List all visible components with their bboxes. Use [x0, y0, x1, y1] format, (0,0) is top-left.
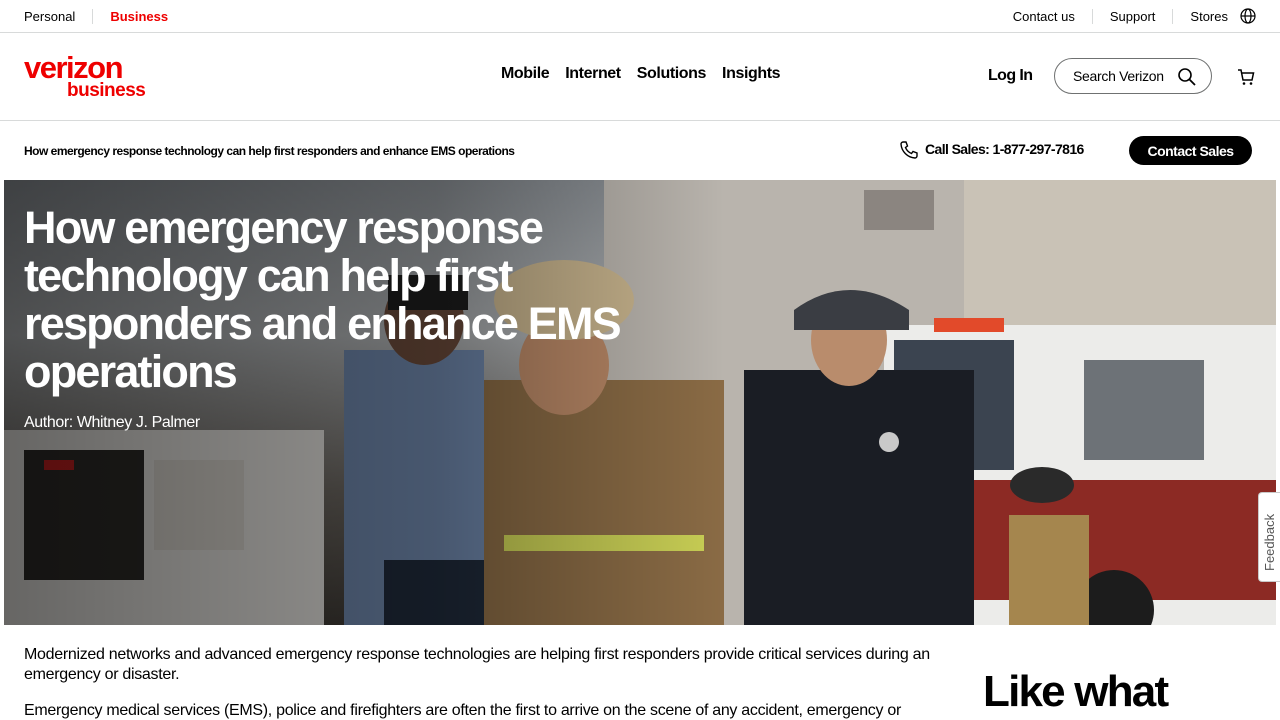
hero-banner: How emergency response technology can he…: [4, 180, 1276, 625]
utility-links: Contact us Support Stores: [996, 0, 1256, 32]
contact-sales-button[interactable]: Contact Sales: [1129, 136, 1252, 165]
segment-switcher: Personal Business: [0, 8, 168, 24]
call-sales-link[interactable]: Call Sales: 1-877-297-7816: [925, 141, 1084, 157]
logo-verizon-text: verizon: [24, 50, 124, 85]
logo-business-text: business: [67, 80, 146, 101]
business-link[interactable]: Business: [93, 9, 168, 24]
stores-link[interactable]: Stores: [1173, 9, 1240, 24]
feedback-label: Feedback: [1262, 513, 1277, 571]
search-label: Search Verizon: [1073, 68, 1164, 84]
nav-item-internet[interactable]: Internet: [565, 65, 621, 83]
article-sticky-bar: How emergency response technology can he…: [0, 121, 1280, 180]
feedback-tab[interactable]: Feedback: [1258, 492, 1280, 582]
article-paragraph: Modernized networks and advanced emergen…: [24, 646, 930, 683]
search-icon: [1177, 67, 1197, 87]
cart-icon[interactable]: [1236, 67, 1256, 87]
verizon-business-logo[interactable]: verizon business: [24, 50, 154, 103]
primary-nav: Mobile Internet Solutions Insights: [501, 65, 781, 83]
phone-icon: [899, 140, 919, 160]
nav-item-mobile[interactable]: Mobile: [501, 65, 550, 83]
login-link[interactable]: Log In: [988, 67, 1033, 85]
globe-icon[interactable]: [1240, 8, 1256, 24]
sidebar-heading: Like what: [983, 667, 1169, 716]
nav-item-insights[interactable]: Insights: [722, 65, 781, 83]
utility-bar: Personal Business Contact us Support Sto…: [0, 0, 1280, 33]
main-header: verizon business Mobile Internet Solutio…: [0, 33, 1280, 121]
nav-item-solutions[interactable]: Solutions: [637, 65, 707, 83]
personal-link[interactable]: Personal: [24, 8, 94, 24]
article-body: Modernized networks and advanced emergen…: [24, 645, 934, 720]
article-author: Author: Whitney J. Palmer: [24, 414, 200, 431]
search-button[interactable]: Search Verizon: [1054, 58, 1212, 94]
article-paragraph: Emergency medical services (EMS), police…: [24, 702, 901, 719]
contact-us-link[interactable]: Contact us: [996, 8, 1093, 24]
support-link[interactable]: Support: [1093, 8, 1174, 24]
page-title: How emergency response technology can he…: [24, 202, 622, 397]
article-title-crumb: How emergency response technology can he…: [24, 144, 515, 158]
